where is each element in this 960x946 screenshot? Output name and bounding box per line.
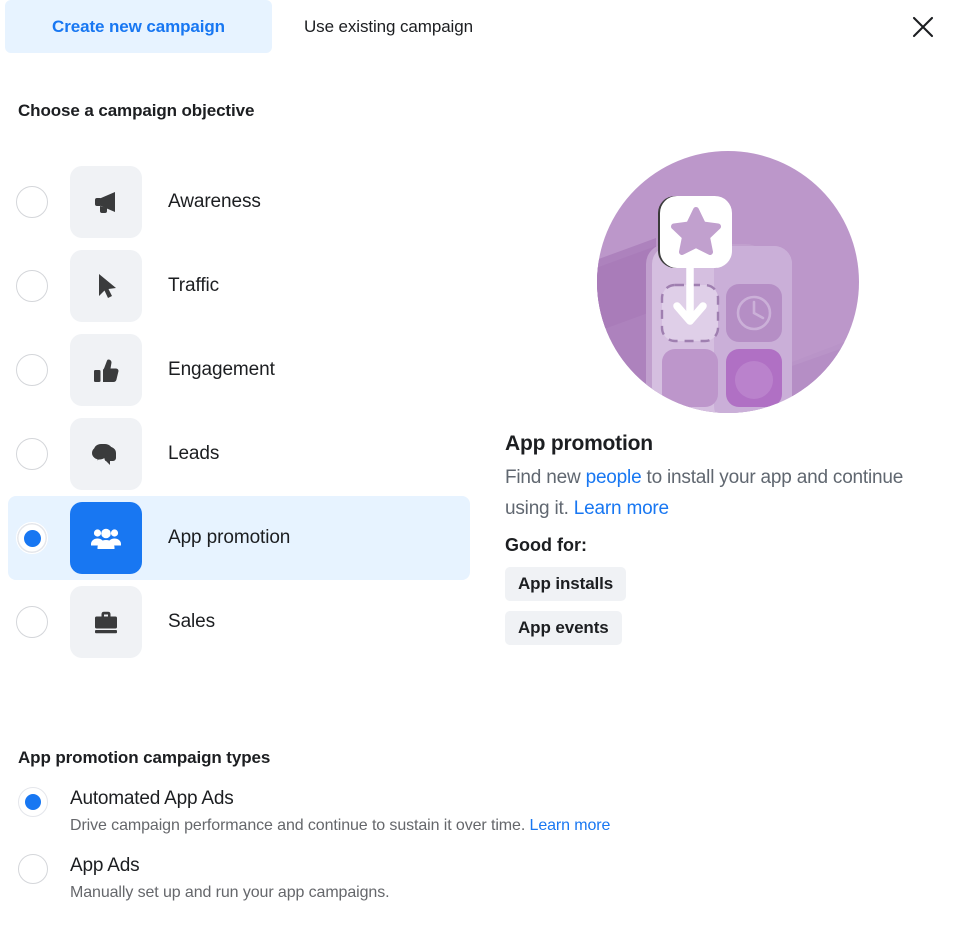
good-for-chips: App installs App events [505, 567, 925, 655]
objective-option-sales[interactable]: Sales [8, 580, 470, 664]
tab-create-new-campaign-label: Create new campaign [52, 16, 225, 36]
campaign-type-app-ads[interactable]: App Ads Manually set up and run your app… [18, 853, 918, 902]
radio-leads[interactable] [16, 438, 48, 470]
objective-label-sales: Sales [168, 611, 216, 632]
people-link[interactable]: people [586, 467, 642, 488]
close-icon [912, 16, 934, 38]
campaign-type-learn-more-link[interactable]: Learn more [530, 817, 611, 834]
campaign-type-desc-automated-app-ads: Drive campaign performance and continue … [70, 817, 610, 835]
campaign-type-label-automated-app-ads: Automated App Ads [70, 788, 234, 809]
objective-icon-awareness [70, 166, 142, 238]
objective-option-app-promotion[interactable]: App promotion [8, 496, 470, 580]
radio-app-ads[interactable] [18, 854, 48, 884]
chat-bubbles-icon [92, 444, 116, 465]
megaphone-icon [95, 192, 115, 213]
objective-option-leads[interactable]: Leads [8, 412, 470, 496]
radio-automated-app-ads[interactable] [18, 787, 48, 817]
campaign-type-label-app-ads: App Ads [70, 855, 140, 876]
good-for-label: Good for: [505, 535, 587, 555]
detail-title: App promotion [505, 432, 653, 455]
tab-create-new-campaign[interactable]: Create new campaign [5, 0, 272, 53]
campaign-types-heading: App promotion campaign types [18, 748, 271, 767]
objective-icon-leads [70, 418, 142, 490]
objective-label-leads: Leads [168, 443, 220, 464]
detail-desc-part1: Find new [505, 467, 586, 488]
campaign-type-desc-app-ads: Manually set up and run your app campaig… [70, 884, 390, 901]
objective-icon-app-promotion [70, 502, 142, 574]
radio-awareness[interactable] [16, 186, 48, 218]
objective-label-traffic: Traffic [168, 275, 220, 296]
campaign-type-list: Automated App Ads Drive campaign perform… [18, 786, 918, 920]
objective-option-list: Awareness Traffic Engagement Leads App p… [8, 160, 470, 664]
chip-app-events: App events [505, 611, 622, 645]
campaign-type-automated-app-ads[interactable]: Automated App Ads Drive campaign perform… [18, 786, 918, 835]
app-promotion-illustration-svg [597, 151, 859, 413]
objective-detail-panel: App promotion Find new people to install… [505, 150, 925, 655]
objective-label-app-promotion: App promotion [168, 527, 291, 548]
detail-description: Find new people to install your app and … [505, 462, 910, 524]
tab-bar: Create new campaign Use existing campaig… [0, 0, 960, 53]
objective-option-awareness[interactable]: Awareness [8, 160, 470, 244]
briefcase-icon [95, 611, 117, 634]
learn-more-link[interactable]: Learn more [574, 498, 669, 519]
objective-label-engagement: Engagement [168, 359, 275, 380]
close-button[interactable] [904, 8, 942, 46]
objective-option-traffic[interactable]: Traffic [8, 244, 470, 328]
radio-engagement[interactable] [16, 354, 48, 386]
chip-app-installs: App installs [505, 567, 627, 601]
objective-label-awareness: Awareness [168, 191, 261, 212]
tab-use-existing-campaign-label: Use existing campaign [304, 16, 473, 36]
radio-traffic[interactable] [16, 270, 48, 302]
app-promotion-illustration [596, 150, 860, 414]
radio-app-promotion[interactable] [16, 522, 48, 554]
objective-icon-traffic [70, 250, 142, 322]
objective-icon-sales [70, 586, 142, 658]
choose-objective-heading: Choose a campaign objective [18, 101, 255, 120]
campaign-type-desc-text-0: Drive campaign performance and continue … [70, 817, 530, 834]
objective-icon-engagement [70, 334, 142, 406]
cursor-icon [99, 274, 116, 298]
radio-sales[interactable] [16, 606, 48, 638]
thumbs-up-icon [94, 359, 119, 382]
objective-option-engagement[interactable]: Engagement [8, 328, 470, 412]
tab-use-existing-campaign[interactable]: Use existing campaign [280, 0, 550, 53]
people-group-icon [91, 528, 121, 549]
